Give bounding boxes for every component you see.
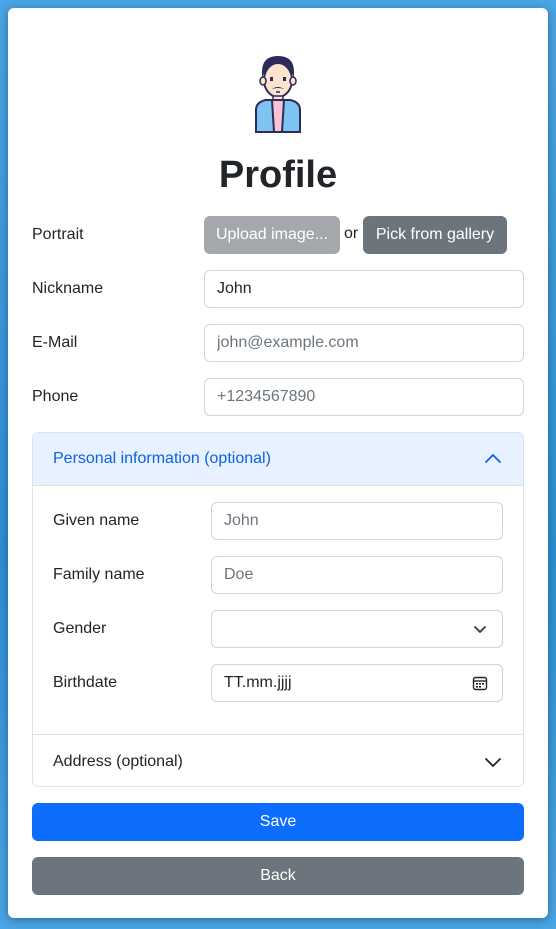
portrait-label: Portrait xyxy=(32,226,84,243)
address-title: Address (optional) xyxy=(53,752,183,770)
phone-input[interactable] xyxy=(204,378,524,416)
portrait-row: Portrait Upload image... or Pick from ga… xyxy=(32,216,524,254)
phone-row: Phone xyxy=(32,378,524,416)
email-row: E-Mail xyxy=(32,324,524,362)
gender-label: Gender xyxy=(53,620,107,637)
personal-info-title: Personal information (optional) xyxy=(53,450,271,467)
person-avatar-icon xyxy=(255,56,301,133)
email-input[interactable] xyxy=(204,324,524,362)
nickname-row: Nickname xyxy=(32,270,524,308)
chevron-down-icon xyxy=(474,626,486,633)
birthdate-label: Birthdate xyxy=(53,674,118,691)
calendar-icon[interactable] xyxy=(472,675,488,691)
gender-select[interactable] xyxy=(211,610,503,648)
email-label: E-Mail xyxy=(32,334,78,351)
or-separator: or xyxy=(344,225,359,242)
chevron-down-icon xyxy=(485,757,501,767)
profile-card: Profile Portrait Upload image... or Pick… xyxy=(8,8,548,918)
personal-info-accordion-header[interactable]: Personal information (optional) xyxy=(33,433,523,486)
family-name-input[interactable] xyxy=(211,556,503,594)
profile-accordion: Personal information (optional) Given na… xyxy=(32,432,524,787)
given-name-label: Given name xyxy=(53,512,140,529)
save-button[interactable]: Save xyxy=(32,803,524,841)
address-accordion-header[interactable]: Address (optional) xyxy=(33,734,523,786)
given-name-input[interactable] xyxy=(211,502,503,540)
family-name-label: Family name xyxy=(53,566,145,583)
phone-label: Phone xyxy=(32,388,79,405)
pick-from-gallery-button[interactable]: Pick from gallery xyxy=(363,216,507,254)
back-button[interactable]: Back xyxy=(32,857,524,895)
upload-image-button[interactable]: Upload image... xyxy=(204,216,340,254)
gender-row: Gender xyxy=(53,610,503,648)
nickname-input[interactable] xyxy=(204,270,524,308)
family-name-row: Family name xyxy=(53,556,503,594)
birthdate-input[interactable]: TT.mm.jjjj xyxy=(211,664,503,702)
chevron-up-icon xyxy=(485,454,501,463)
birthdate-row: Birthdate TT.mm.jjjj xyxy=(53,664,503,702)
given-name-row: Given name xyxy=(53,502,503,540)
page-title: Profile xyxy=(218,154,338,196)
personal-info-body: Given name Family name Gender Birthdate xyxy=(33,486,523,734)
birthdate-value: TT.mm.jjjj xyxy=(224,674,292,691)
nickname-label: Nickname xyxy=(32,280,104,297)
